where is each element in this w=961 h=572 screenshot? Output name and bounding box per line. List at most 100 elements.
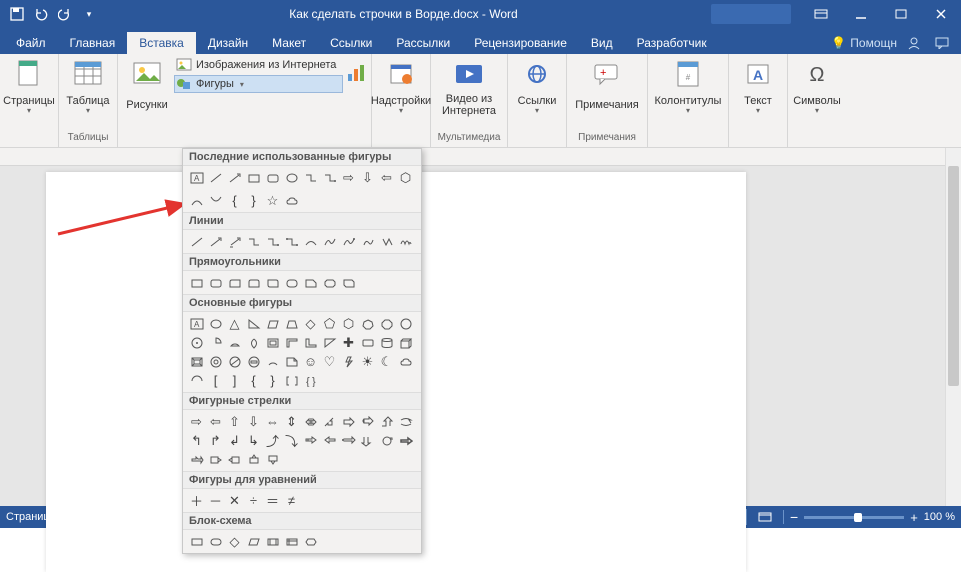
shape-b-brak2[interactable]: ] xyxy=(225,371,244,390)
shape-a24[interactable] xyxy=(396,431,415,450)
shape-arrow-left[interactable]: ⇦ xyxy=(377,168,396,187)
shape-b-pent[interactable]: ⬠ xyxy=(320,314,339,333)
shape-b-can[interactable] xyxy=(377,333,396,352)
view-web-icon[interactable] xyxy=(753,509,777,525)
tab-layout[interactable]: Макет xyxy=(260,32,318,54)
shape-line3[interactable] xyxy=(225,232,244,251)
shape-r9[interactable] xyxy=(339,273,358,292)
shape-a19[interactable] xyxy=(301,431,320,450)
shape-b-text[interactable]: A xyxy=(187,314,206,333)
shape-connector[interactable] xyxy=(301,168,320,187)
shape-a21[interactable] xyxy=(339,431,358,450)
share-icon[interactable] xyxy=(903,32,925,54)
shape-line-arrow[interactable] xyxy=(225,168,244,187)
shape-b-hept[interactable] xyxy=(358,314,377,333)
tab-mailings[interactable]: Рассылки xyxy=(384,32,462,54)
tab-view[interactable]: Вид xyxy=(579,32,625,54)
comments-pane-icon[interactable] xyxy=(931,32,953,54)
chart-icon[interactable] xyxy=(345,62,367,84)
comment-button[interactable]: + Примечания xyxy=(571,56,643,120)
shape-oval[interactable] xyxy=(282,168,301,187)
shape-elbow1[interactable] xyxy=(244,232,263,251)
shape-a28[interactable] xyxy=(244,450,263,469)
shape-eq-mult[interactable]: ✕ xyxy=(225,491,244,510)
shape-eq-plus[interactable]: ＋ xyxy=(187,491,206,510)
shape-a26[interactable] xyxy=(206,450,225,469)
shape-b-tri[interactable]: △ xyxy=(225,314,244,333)
shape-arc2[interactable] xyxy=(206,191,225,210)
shape-line[interactable] xyxy=(206,168,225,187)
shape-a22[interactable] xyxy=(358,431,377,450)
shape-a11[interactable] xyxy=(377,412,396,431)
shape-textbox[interactable]: A xyxy=(187,168,206,187)
shape-rect[interactable] xyxy=(244,168,263,187)
shape-b-noentry[interactable] xyxy=(225,352,244,371)
shape-b-oval[interactable] xyxy=(206,314,225,333)
pictures-button[interactable]: Рисунки xyxy=(122,56,172,120)
shape-r1[interactable] xyxy=(187,273,206,292)
shape-b-dblbrak[interactable] xyxy=(282,371,301,390)
shape-curve2[interactable] xyxy=(320,232,339,251)
shape-a16[interactable]: ↳ xyxy=(244,431,263,450)
table-button[interactable]: Таблица xyxy=(63,56,113,120)
shape-b-dec[interactable] xyxy=(396,314,415,333)
pages-button[interactable]: Страницы xyxy=(4,56,54,120)
shape-fc5[interactable] xyxy=(263,532,282,551)
shape-b-bevel[interactable] xyxy=(187,352,206,371)
shape-b-para[interactable] xyxy=(263,314,282,333)
close-icon[interactable] xyxy=(921,0,961,28)
shape-curve1[interactable] xyxy=(301,232,320,251)
tab-file[interactable]: Файл xyxy=(4,32,58,54)
shape-arrow-down[interactable]: ⇩ xyxy=(358,168,377,187)
shape-a5[interactable]: ⇔ xyxy=(263,412,282,431)
zoom-level[interactable]: 100 % xyxy=(924,511,955,523)
vertical-scrollbar[interactable] xyxy=(945,148,961,506)
tab-insert[interactable]: Вставка xyxy=(127,32,196,54)
shape-a1[interactable]: ⇨ xyxy=(187,412,206,431)
shape-a8[interactable] xyxy=(320,412,339,431)
shape-fc4[interactable] xyxy=(244,532,263,551)
zoom-slider[interactable] xyxy=(804,516,904,519)
shape-b-brace1[interactable]: { xyxy=(244,371,263,390)
shape-b-arc3[interactable] xyxy=(263,352,282,371)
shape-brace-l[interactable]: { xyxy=(225,191,244,210)
shape-b-pie[interactable] xyxy=(206,333,225,352)
symbols-button[interactable]: Ω Символы xyxy=(792,56,842,120)
shape-a29[interactable] xyxy=(263,450,282,469)
shape-b-cloud2[interactable] xyxy=(396,352,415,371)
shape-a17[interactable]: ⤴ xyxy=(263,431,282,450)
online-pictures-button[interactable]: Изображения из Интернета xyxy=(174,56,343,74)
shape-eq-minus[interactable]: － xyxy=(206,491,225,510)
zoom-in-icon[interactable]: + xyxy=(910,510,918,525)
shape-elbow2[interactable] xyxy=(263,232,282,251)
shape-curve3[interactable] xyxy=(339,232,358,251)
shape-b-hframe[interactable] xyxy=(282,333,301,352)
shape-r5[interactable] xyxy=(263,273,282,292)
shape-hexagon[interactable]: ⬡ xyxy=(396,168,415,187)
text-button[interactable]: A Текст xyxy=(733,56,783,120)
shape-star5[interactable]: ☆ xyxy=(263,191,282,210)
links-button[interactable]: Ссылки xyxy=(512,56,562,120)
shape-r6[interactable] xyxy=(282,273,301,292)
shape-eq-neq[interactable]: ≠ xyxy=(282,491,301,510)
ribbon-display-icon[interactable] xyxy=(801,0,841,28)
shape-r3[interactable] xyxy=(225,273,244,292)
shape-b-moon[interactable]: ☾ xyxy=(377,352,396,371)
shape-line2[interactable] xyxy=(206,232,225,251)
shape-b-chord[interactable] xyxy=(225,333,244,352)
shape-b-lshape[interactable] xyxy=(301,333,320,352)
tab-review[interactable]: Рецензирование xyxy=(462,32,579,54)
tab-developer[interactable]: Разработчик xyxy=(625,32,719,54)
shape-a10[interactable] xyxy=(358,412,377,431)
shape-b-arc4[interactable] xyxy=(187,371,206,390)
shape-b-dia[interactable]: ◇ xyxy=(301,314,320,333)
maximize-icon[interactable] xyxy=(881,0,921,28)
shape-b-brak1[interactable]: [ xyxy=(206,371,225,390)
shape-brace-r[interactable]: } xyxy=(244,191,263,210)
shape-line1[interactable] xyxy=(187,232,206,251)
qat-customize-icon[interactable]: ▾ xyxy=(80,5,98,23)
shape-b-plaque[interactable] xyxy=(358,333,377,352)
shape-b-diag[interactable] xyxy=(320,333,339,352)
save-icon[interactable] xyxy=(8,5,26,23)
shape-arc[interactable] xyxy=(187,191,206,210)
